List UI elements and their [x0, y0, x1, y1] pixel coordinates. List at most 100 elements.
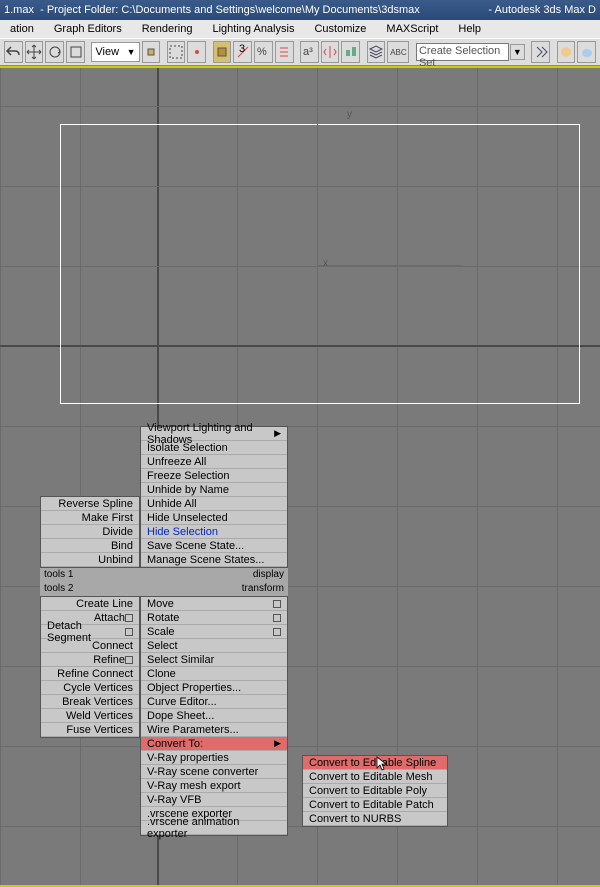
menu-ation[interactable]: ation: [2, 21, 42, 37]
pivot-icon[interactable]: [142, 41, 161, 63]
submenu-arrow-icon: ▶: [274, 738, 281, 749]
menu-item[interactable]: Rotate: [141, 611, 287, 625]
menu-maxscript[interactable]: MAXScript: [378, 21, 446, 37]
quad-head-tools2: tools 2: [40, 582, 140, 596]
menu-item[interactable]: Curve Editor...: [141, 695, 287, 709]
title-bar: 1.max - Project Folder: C:\Documents and…: [0, 0, 600, 20]
menu-item[interactable]: Convert To:▶: [141, 737, 287, 751]
rectangle-object[interactable]: [60, 124, 580, 404]
menu-item[interactable]: Break Vertices: [41, 695, 139, 709]
x-axis-label: x: [323, 258, 328, 269]
snap-percent-icon[interactable]: %: [254, 41, 273, 63]
menu-item[interactable]: Reverse Spline: [41, 497, 139, 511]
menu-item[interactable]: Divide: [41, 525, 139, 539]
manipulate-icon[interactable]: [187, 41, 206, 63]
menu-item[interactable]: Manage Scene States...: [141, 553, 287, 567]
main-toolbar: View ▼ 3 % a³ ABC Create Selection Set ▼: [0, 38, 600, 66]
quad-head-transform: transform: [140, 582, 288, 596]
snap-angle-icon[interactable]: 3: [233, 41, 252, 63]
undo-icon[interactable]: [4, 41, 23, 63]
menu-lighting-analysis[interactable]: Lighting Analysis: [205, 21, 303, 37]
select-icon[interactable]: [167, 41, 186, 63]
menu-item[interactable]: Move: [141, 597, 287, 611]
menu-item[interactable]: Freeze Selection: [141, 469, 287, 483]
menu-item[interactable]: Create Line: [41, 597, 139, 611]
menu-item[interactable]: Make First: [41, 511, 139, 525]
menu-bar: ation Graph Editors Rendering Lighting A…: [0, 20, 600, 38]
menu-item[interactable]: .vrscene animation exporter: [141, 821, 287, 835]
menu-item[interactable]: Convert to Editable Poly: [303, 784, 447, 798]
svg-text:3: 3: [239, 44, 245, 55]
menu-item[interactable]: Hide Unselected: [141, 511, 287, 525]
menu-item[interactable]: Convert to Editable Spline: [303, 756, 447, 770]
submenu-arrow-icon: ▶: [274, 428, 281, 439]
axis-gizmo[interactable]: y x: [317, 111, 318, 266]
named-sel-icon[interactable]: a³: [300, 41, 319, 63]
menu-item[interactable]: Convert to Editable Mesh: [303, 770, 447, 784]
menu-item[interactable]: Save Scene State...: [141, 539, 287, 553]
menu-graph-editors[interactable]: Graph Editors: [46, 21, 130, 37]
option-box-icon[interactable]: [125, 656, 133, 664]
render-icon[interactable]: [557, 41, 576, 63]
menu-item[interactable]: Clone: [141, 667, 287, 681]
menu-item[interactable]: Weld Vertices: [41, 709, 139, 723]
mirror-icon[interactable]: [321, 41, 340, 63]
viewport[interactable]: y x Reverse SplineMake FirstDivideBindUn…: [0, 66, 600, 887]
view-label: View: [95, 46, 119, 58]
menu-item[interactable]: Unhide by Name: [141, 483, 287, 497]
menu-item[interactable]: Dope Sheet...: [141, 709, 287, 723]
menu-item[interactable]: Object Properties...: [141, 681, 287, 695]
menu-item[interactable]: V-Ray properties: [141, 751, 287, 765]
quad-menu-left: Reverse SplineMake FirstDivideBindUnbind…: [40, 496, 140, 738]
menu-rendering[interactable]: Rendering: [134, 21, 201, 37]
project-path: - Project Folder: C:\Documents and Setti…: [40, 4, 420, 16]
menu-item[interactable]: Scale: [141, 625, 287, 639]
move-icon[interactable]: [25, 41, 44, 63]
selection-set-dropdown[interactable]: Create Selection Set: [416, 43, 509, 61]
menu-item[interactable]: Refine Connect: [41, 667, 139, 681]
menu-help[interactable]: Help: [450, 21, 489, 37]
menu-item[interactable]: Fuse Vertices: [41, 723, 139, 737]
menu-item[interactable]: V-Ray scene converter: [141, 765, 287, 779]
menu-item[interactable]: Unfreeze All: [141, 455, 287, 469]
menu-item[interactable]: Select: [141, 639, 287, 653]
chevron-down-icon[interactable]: ▼: [510, 44, 525, 60]
option-box-icon[interactable]: [273, 600, 281, 608]
abc-icon[interactable]: ABC: [387, 41, 409, 63]
option-box-icon[interactable]: [125, 614, 133, 622]
menu-item[interactable]: Refine: [41, 653, 139, 667]
menu-item[interactable]: Bind: [41, 539, 139, 553]
menu-item[interactable]: V-Ray mesh export: [141, 779, 287, 793]
menu-item[interactable]: Select Similar: [141, 653, 287, 667]
app-name: - Autodesk 3ds Max D: [488, 4, 596, 16]
quad-head-display: display: [140, 568, 288, 582]
menu-item[interactable]: Unbind: [41, 553, 139, 567]
quad-head-tools1: tools 1: [40, 568, 140, 582]
menu-item[interactable]: V-Ray VFB: [141, 793, 287, 807]
option-box-icon[interactable]: [273, 628, 281, 636]
chevron-down-icon: ▼: [127, 47, 136, 57]
spinner-snap-icon[interactable]: [275, 41, 294, 63]
menu-customize[interactable]: Customize: [306, 21, 374, 37]
menu-item[interactable]: Hide Selection: [141, 525, 287, 539]
reference-coord-dropdown[interactable]: View ▼: [91, 42, 139, 62]
y-axis-label: y: [347, 109, 352, 120]
keyframe-icon[interactable]: [531, 41, 550, 63]
align-icon[interactable]: [341, 41, 360, 63]
file-name: 1.max: [4, 4, 34, 16]
mouse-cursor-icon: [376, 756, 392, 775]
scale-icon[interactable]: [66, 41, 85, 63]
rotate-icon[interactable]: [45, 41, 64, 63]
menu-item[interactable]: Convert to Editable Patch: [303, 798, 447, 812]
menu-item[interactable]: Convert to NURBS: [303, 812, 447, 826]
teapot-icon[interactable]: [577, 41, 596, 63]
menu-item[interactable]: Viewport Lighting and Shadows▶: [141, 427, 287, 441]
menu-item[interactable]: Detach Segment: [41, 625, 139, 639]
option-box-icon[interactable]: [273, 614, 281, 622]
option-box-icon[interactable]: [125, 628, 133, 636]
menu-item[interactable]: Unhide All: [141, 497, 287, 511]
snap-toggle-icon[interactable]: [213, 41, 232, 63]
layers-icon[interactable]: [367, 41, 386, 63]
menu-item[interactable]: Cycle Vertices: [41, 681, 139, 695]
menu-item[interactable]: Wire Parameters...: [141, 723, 287, 737]
